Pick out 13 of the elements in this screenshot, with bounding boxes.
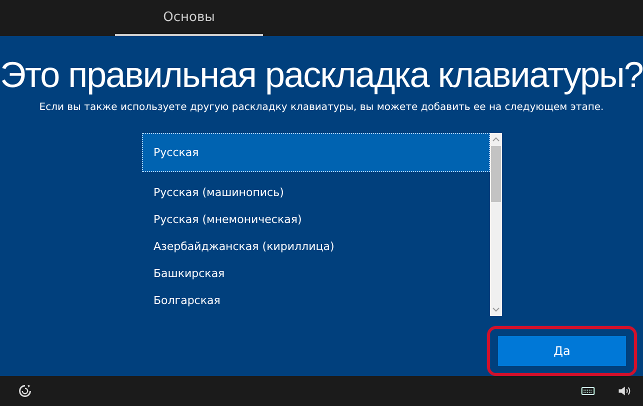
yes-button[interactable]: Да bbox=[498, 336, 626, 366]
layout-item[interactable]: Башкирская bbox=[142, 260, 490, 287]
page-subtitle: Если вы также используете другую раскладку клавиатуры, вы можете добавить ее на следующем этапе. bbox=[39, 102, 604, 113]
scrollbar[interactable] bbox=[490, 133, 502, 316]
page-title: Это правильная раскладка клавиатуры? bbox=[0, 54, 643, 96]
keyboard-icon[interactable] bbox=[581, 384, 595, 398]
scrollbar-thumb[interactable] bbox=[490, 146, 500, 202]
layout-item[interactable]: Азербайджанская (кириллица) bbox=[142, 233, 490, 260]
layout-item[interactable]: Болгарская bbox=[142, 287, 490, 314]
layout-item[interactable]: Русская (машинопись) bbox=[142, 179, 490, 206]
layout-item[interactable]: Русская (мнемоническая) bbox=[142, 206, 490, 233]
volume-icon[interactable] bbox=[617, 384, 631, 398]
layout-item[interactable]: Русская bbox=[142, 133, 490, 172]
